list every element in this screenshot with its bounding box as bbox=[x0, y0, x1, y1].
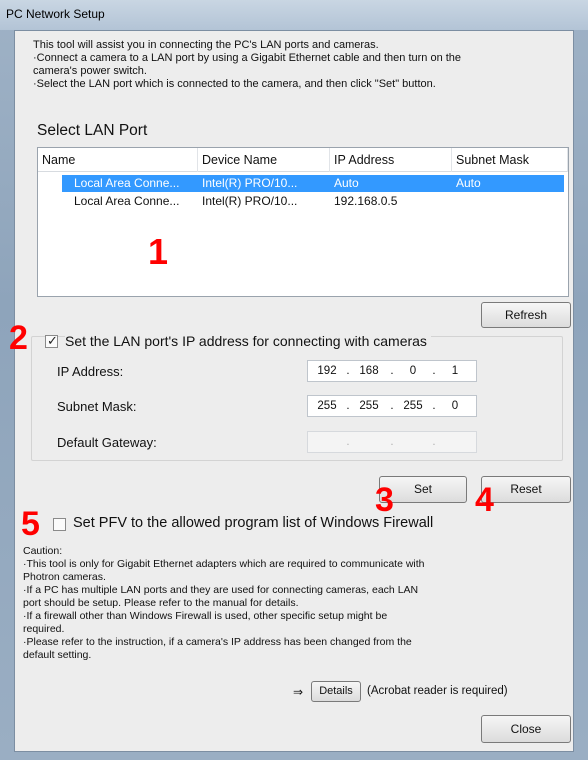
ip-address-label: IP Address: bbox=[57, 364, 124, 379]
firewall-checkbox[interactable] bbox=[53, 518, 66, 531]
column-header-ip[interactable]: IP Address bbox=[330, 148, 452, 172]
subnet-mask-label: Subnet Mask: bbox=[57, 399, 137, 414]
lan-port-list[interactable]: Name Device Name IP Address Subnet Mask … bbox=[37, 147, 569, 297]
octet: 0 bbox=[409, 365, 417, 377]
intro-line: This tool will assist you in connecting … bbox=[33, 39, 379, 51]
list-header: Name Device Name IP Address Subnet Mask bbox=[38, 148, 568, 172]
octet: 255 bbox=[317, 400, 337, 412]
caution-line: required. bbox=[23, 623, 65, 635]
intro-line: ·Select the LAN port which is connected … bbox=[33, 78, 436, 90]
ip-settings-checkbox-label[interactable]: Set the LAN port's IP address for connec… bbox=[65, 333, 431, 349]
refresh-button[interactable]: Refresh bbox=[481, 302, 571, 328]
caution-line: ·Please refer to the instruction, if a c… bbox=[23, 636, 412, 648]
octet: 1 bbox=[451, 365, 459, 377]
octet-separator: . bbox=[390, 400, 394, 412]
row-name: Local Area Conne... bbox=[74, 194, 180, 208]
select-lan-title: Select LAN Port bbox=[37, 122, 148, 139]
octet-separator: . bbox=[432, 365, 436, 377]
caution-line: ·If a PC has multiple LAN ports and they… bbox=[23, 584, 419, 596]
annotation-5: 5 bbox=[21, 505, 40, 543]
octet-separator: . bbox=[432, 436, 436, 448]
octet-separator: . bbox=[390, 436, 394, 448]
details-note: (Acrobat reader is required) bbox=[367, 685, 508, 697]
octet: 255 bbox=[403, 400, 423, 412]
column-header-name[interactable]: Name bbox=[38, 148, 198, 172]
octet: 0 bbox=[451, 400, 459, 412]
annotation-4: 4 bbox=[475, 481, 494, 519]
row-mask: Auto bbox=[456, 176, 481, 190]
window-frame: PC Network Setup This tool will assist y… bbox=[0, 0, 588, 760]
caution-line: Photron cameras. bbox=[23, 571, 106, 583]
ip-settings-checkbox[interactable]: ✓ bbox=[45, 333, 58, 348]
octet-separator: . bbox=[390, 365, 394, 377]
intro-line: camera's power switch. bbox=[33, 65, 147, 77]
default-gateway-input[interactable]: . . . bbox=[307, 431, 477, 453]
close-button[interactable]: Close bbox=[481, 715, 571, 743]
row-ip: 192.168.0.5 bbox=[334, 194, 398, 208]
dialog-body: This tool will assist you in connecting … bbox=[9, 30, 574, 752]
octet: 168 bbox=[359, 365, 379, 377]
list-row[interactable]: Local Area Conne... Intel(R) PRO/10... 1… bbox=[38, 193, 568, 210]
default-gateway-label: Default Gateway: bbox=[57, 435, 157, 450]
title-bar[interactable]: PC Network Setup bbox=[0, 0, 588, 30]
caution-text: Caution: ·This tool is only for Gigabit … bbox=[23, 545, 571, 662]
octet-separator: . bbox=[346, 400, 350, 412]
subnet-mask-input[interactable]: 255 . 255 . 255 . 0 bbox=[307, 395, 477, 417]
caution-line: ·If a firewall other than Windows Firewa… bbox=[23, 610, 388, 622]
caution-line: default setting. bbox=[23, 649, 92, 661]
checkmark-icon: ✓ bbox=[47, 333, 58, 348]
window-title: PC Network Setup bbox=[6, 7, 105, 21]
octet: 192 bbox=[317, 365, 337, 377]
intro-line: ·Connect a camera to a LAN port by using… bbox=[33, 52, 462, 64]
list-row-selected[interactable]: Local Area Conne... Intel(R) PRO/10... A… bbox=[38, 175, 568, 192]
reset-button[interactable]: Reset bbox=[481, 476, 571, 503]
column-header-subnet[interactable]: Subnet Mask bbox=[452, 148, 568, 172]
octet: 255 bbox=[359, 400, 379, 412]
octet-separator: . bbox=[346, 436, 350, 448]
row-name: Local Area Conne... bbox=[74, 176, 180, 190]
caution-line: port should be setup. Please refer to th… bbox=[23, 597, 299, 609]
firewall-checkbox-label[interactable]: Set PFV to the allowed program list of W… bbox=[73, 515, 433, 531]
arrow-icon: ⇒ bbox=[293, 685, 304, 699]
annotation-1: 1 bbox=[148, 231, 169, 272]
octet-separator: . bbox=[432, 400, 436, 412]
caution-line: ·This tool is only for Gigabit Ethernet … bbox=[23, 558, 425, 570]
annotation-2: 2 bbox=[9, 319, 28, 357]
row-device: Intel(R) PRO/10... bbox=[202, 194, 298, 208]
row-ip: Auto bbox=[334, 176, 359, 190]
column-header-device[interactable]: Device Name bbox=[198, 148, 330, 172]
ip-address-input[interactable]: 192 . 168 . 0 . 1 bbox=[307, 360, 477, 382]
intro-text: This tool will assist you in connecting … bbox=[33, 39, 573, 91]
caution-heading: Caution: bbox=[23, 545, 63, 557]
row-device: Intel(R) PRO/10... bbox=[202, 176, 298, 190]
octet-separator: . bbox=[346, 365, 350, 377]
details-button[interactable]: Details bbox=[311, 681, 361, 702]
